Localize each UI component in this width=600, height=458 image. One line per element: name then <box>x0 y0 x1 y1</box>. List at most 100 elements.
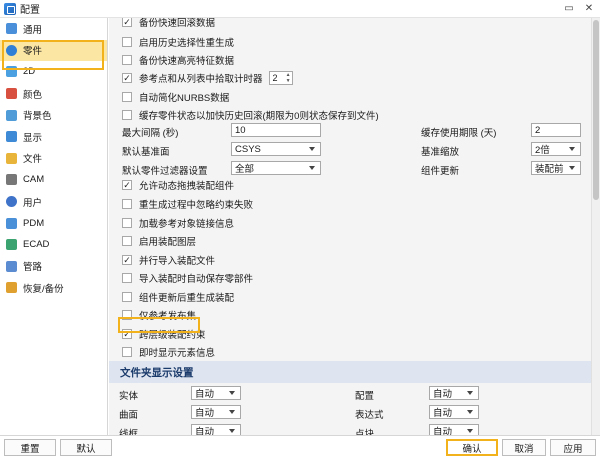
folder-expression-select[interactable]: 自动 <box>429 405 479 419</box>
option-pick-timer[interactable]: 参考点和从列表中拾取计时器 2 ▲▼ <box>109 69 591 87</box>
sidebar-item-part[interactable]: 零件 <box>0 39 107 62</box>
datum-scale-label: 基准缩放 <box>421 147 460 158</box>
datum-scale-select[interactable]: 2倍 <box>531 142 581 156</box>
cancel-button[interactable]: 取消 <box>502 439 546 456</box>
sidebar-item-ecad[interactable]: ECAD <box>0 234 107 256</box>
option-selective-regen[interactable]: 启用历史选择性重生成 <box>109 33 591 51</box>
chevron-down-icon <box>467 410 473 414</box>
option-dynamic-drag[interactable]: 允许动态拖拽装配组件 <box>109 176 591 194</box>
default-filter-select[interactable]: 全部 <box>231 161 321 175</box>
component-update-select[interactable]: 装配前 <box>531 161 581 175</box>
sidebar-item-label: 背景色 <box>23 111 52 123</box>
checkbox[interactable] <box>122 73 132 83</box>
sidebar-item-label: 恢复/备份 <box>23 283 64 295</box>
checkbox[interactable] <box>122 180 132 190</box>
user-icon <box>6 196 17 208</box>
sidebar-item-label: CAM <box>23 174 45 186</box>
checkbox[interactable] <box>122 310 132 320</box>
option-label: 允许动态拖拽装配组件 <box>139 181 235 192</box>
folder-point-block-select[interactable]: 自动 <box>429 424 479 435</box>
checkbox[interactable] <box>122 347 132 357</box>
apply-button[interactable]: 应用 <box>550 439 596 456</box>
option-backup-rollback[interactable]: 备份快速回滚数据 <box>109 18 591 31</box>
option-label: 备份快速高亮特征数据 <box>139 56 235 67</box>
option-backup-highlight[interactable]: 备份快速高亮特征数据 <box>109 51 591 69</box>
option-reference-publish[interactable]: 仅参考发布集 <box>109 306 591 324</box>
drawing-2d-icon <box>6 66 17 78</box>
checkbox[interactable] <box>122 329 132 339</box>
option-parallel-import[interactable]: 并行导入装配文件 <box>109 251 591 269</box>
sidebar-item-pipe[interactable]: 管路 <box>0 256 107 278</box>
timer-stepper[interactable]: 2 ▲ ▼ <box>268 71 293 85</box>
sidebar-item-display[interactable]: 显示 <box>0 126 107 148</box>
chevron-down-icon <box>229 429 235 433</box>
folder-wireframe-select[interactable]: 自动 <box>191 424 241 435</box>
option-label: 即时显示元素信息 <box>139 348 216 359</box>
option-simplify-nurbs[interactable]: 自动简化NURBS数据 <box>109 88 591 106</box>
checkbox[interactable] <box>122 37 132 47</box>
default-button[interactable]: 默认 <box>60 439 112 456</box>
folder-surface-select[interactable]: 自动 <box>191 405 241 419</box>
sidebar-item-restore[interactable]: 恢复/备份 <box>0 277 107 299</box>
folder-config-select[interactable]: 自动 <box>429 386 479 400</box>
sidebar-item-label: 管路 <box>23 262 43 274</box>
option-assembly-layers[interactable]: 启用装配图层 <box>109 232 591 250</box>
default-plane-select[interactable]: CSYS <box>231 142 321 156</box>
sidebar-item-user[interactable]: 用户 <box>0 191 107 213</box>
select-value: CSYS <box>235 143 261 155</box>
sidebar-item-file[interactable]: 文件 <box>0 148 107 170</box>
window-title: 配置 <box>20 5 40 16</box>
color-icon <box>6 88 17 100</box>
option-label: 加载参考对象链接信息 <box>139 219 235 230</box>
checkbox[interactable] <box>122 55 132 65</box>
chevron-down-icon <box>569 166 575 170</box>
option-cross-level-constraint[interactable]: 跨层级装配约束 <box>109 325 591 343</box>
folder-row-label: 表达式 <box>355 410 384 421</box>
chevron-down-icon <box>467 429 473 433</box>
sidebar-item-background[interactable]: 背景色 <box>0 104 107 126</box>
option-cache-part-state[interactable]: 缓存零件状态以加快历史回滚(期限为0则状态保存到文件) <box>109 106 591 124</box>
checkbox[interactable] <box>122 110 132 120</box>
sidebar-item-label: 显示 <box>23 132 43 144</box>
restore-icon <box>6 282 17 294</box>
option-auto-save-parts[interactable]: 导入装配时自动保存零部件 <box>109 269 591 287</box>
reset-button[interactable]: 重置 <box>4 439 56 456</box>
sidebar-item-label: 文件 <box>23 154 43 166</box>
sidebar-item-cam[interactable]: CAM <box>0 169 107 191</box>
ok-button[interactable]: 确认 <box>446 439 498 456</box>
option-regen-after-update[interactable]: 组件更新后重生成装配 <box>109 288 591 306</box>
option-instant-element-info[interactable]: 即时显示元素信息 <box>109 343 591 361</box>
sidebar-item-2d[interactable]: 2D <box>0 61 107 83</box>
stepper-arrows-icon[interactable]: ▲ ▼ <box>286 72 291 84</box>
max-interval-input[interactable]: 10 <box>231 123 321 137</box>
scrollbar-thumb[interactable] <box>593 20 599 200</box>
checkbox[interactable] <box>122 92 132 102</box>
cache-period-input[interactable]: 2 <box>531 123 581 137</box>
sidebar-item-label: 用户 <box>23 197 43 209</box>
sidebar-item-pdm[interactable]: PDM <box>0 212 107 234</box>
checkbox[interactable] <box>122 18 132 27</box>
sidebar-item-general[interactable]: 通用 <box>0 18 107 40</box>
checkbox[interactable] <box>122 292 132 302</box>
vertical-scrollbar[interactable] <box>591 18 600 435</box>
select-value: 自动 <box>195 427 215 435</box>
cache-period-label: 缓存使用期限 (天) <box>421 128 497 139</box>
app-logo-icon <box>4 2 16 15</box>
checkbox[interactable] <box>122 236 132 246</box>
select-value: 自动 <box>433 389 453 400</box>
checkbox[interactable] <box>122 255 132 265</box>
checkbox[interactable] <box>122 218 132 228</box>
checkbox[interactable] <box>122 273 132 283</box>
sidebar-item-color[interactable]: 颜色 <box>0 83 107 105</box>
display-icon <box>6 131 17 143</box>
component-update-label: 组件更新 <box>421 166 460 177</box>
option-ignore-constraint[interactable]: 重生成过程中忽略约束失败 <box>109 195 591 213</box>
option-load-reference[interactable]: 加载参考对象链接信息 <box>109 214 591 232</box>
option-label: 跨层级装配约束 <box>139 330 206 341</box>
option-label: 启用装配图层 <box>139 237 197 248</box>
close-icon[interactable]: ✕ <box>582 2 596 16</box>
folder-solid-select[interactable]: 自动 <box>191 386 241 400</box>
checkbox[interactable] <box>122 199 132 209</box>
chat-icon[interactable]: ▭ <box>562 2 576 16</box>
cam-icon <box>6 174 17 186</box>
